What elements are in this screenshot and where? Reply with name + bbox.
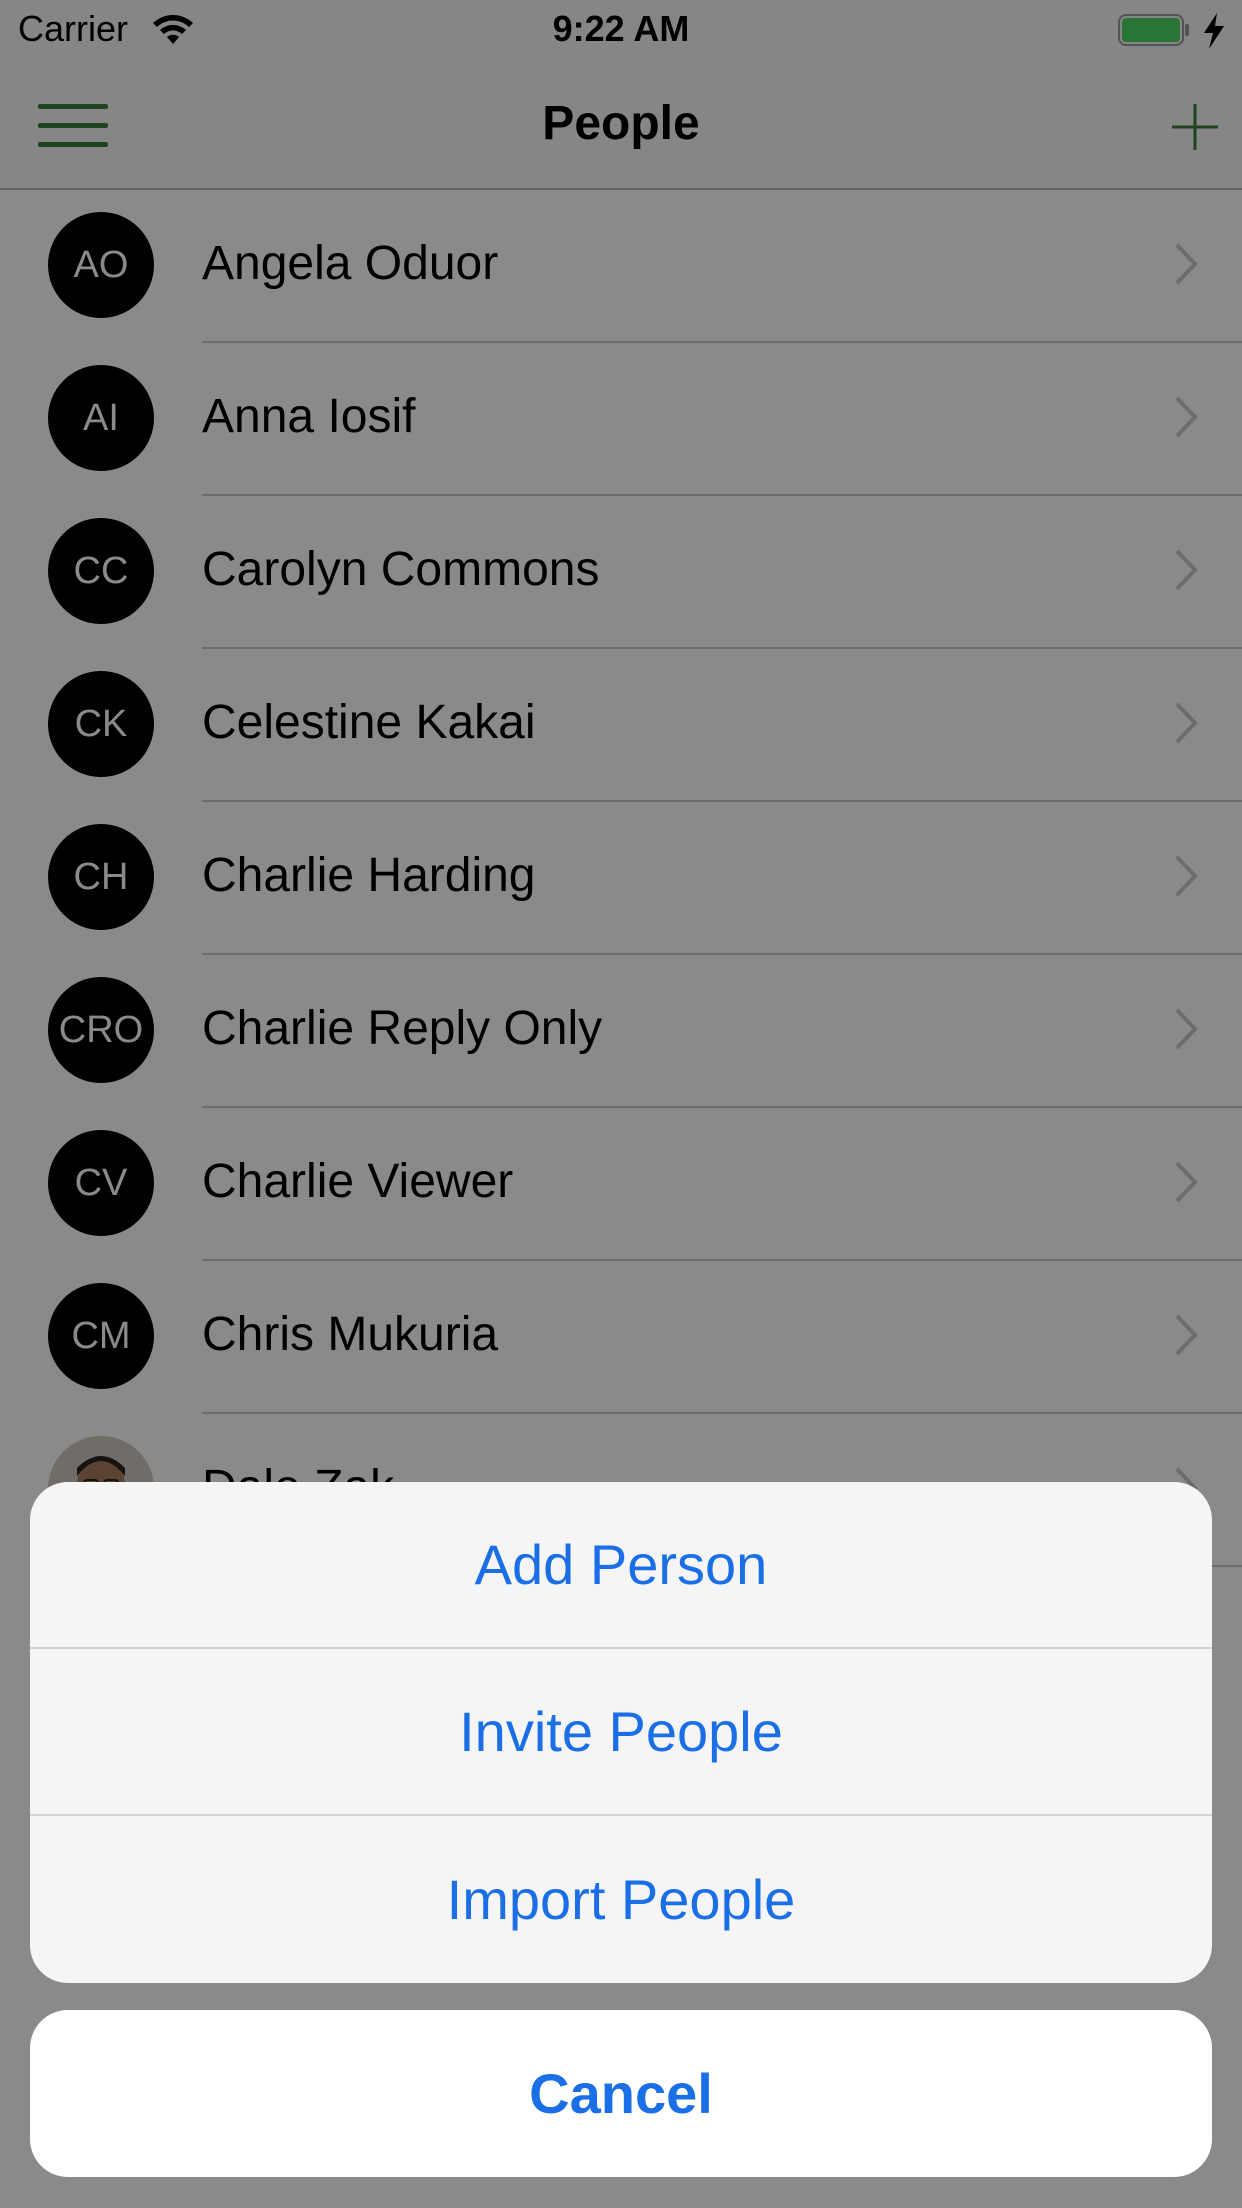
- screen: Carrier 9:22 AM People AO Angela Oduor A…: [0, 0, 1242, 2208]
- import-people-button[interactable]: Import People: [30, 1816, 1212, 1983]
- invite-people-button[interactable]: Invite People: [30, 1649, 1212, 1816]
- add-person-button[interactable]: Add Person: [30, 1482, 1212, 1649]
- cancel-button[interactable]: Cancel: [30, 2010, 1212, 2177]
- action-sheet: Add Person Invite People Import People: [30, 1482, 1212, 1983]
